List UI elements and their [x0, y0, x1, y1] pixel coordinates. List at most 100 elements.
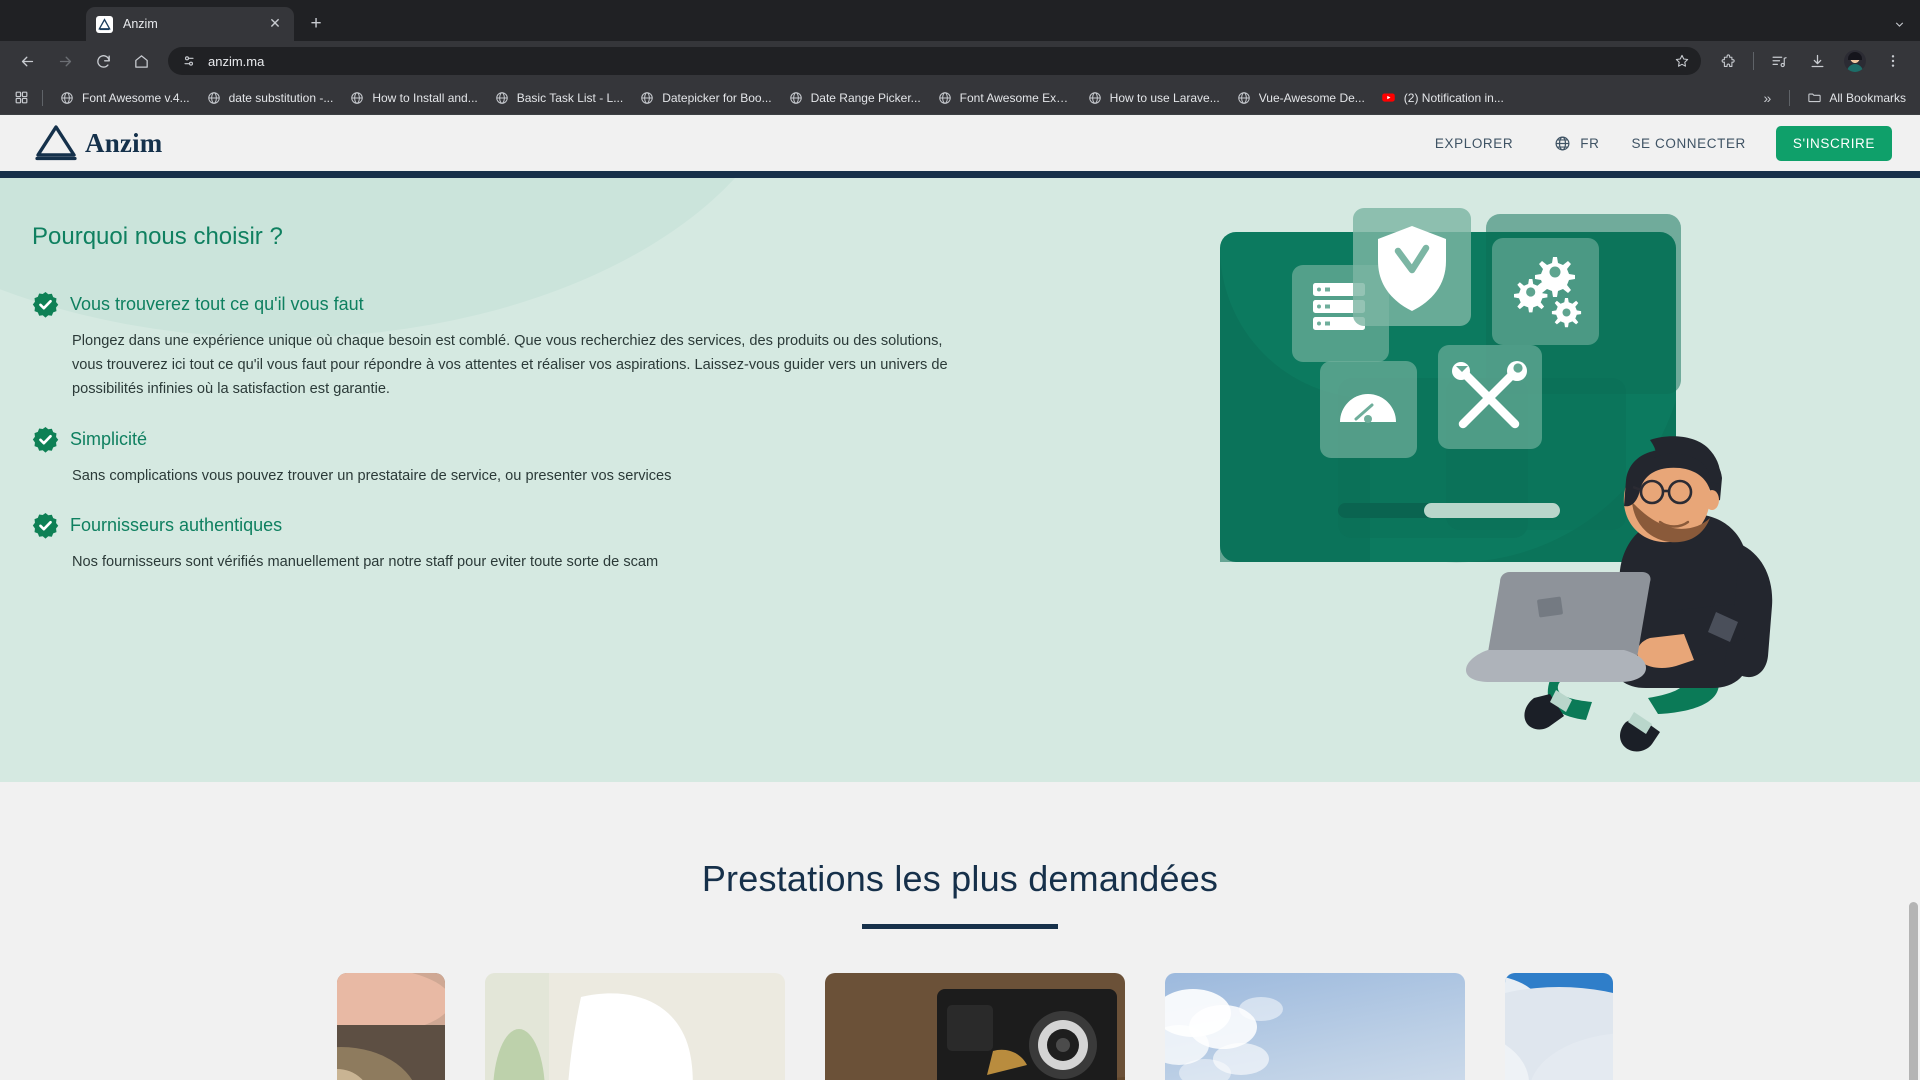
prestations-title: Prestations les plus demandées [701, 858, 1219, 899]
nav-language-label: FR [1580, 135, 1600, 151]
shield-check-icon [1353, 208, 1471, 326]
anzim-triangle-favicon [96, 15, 113, 33]
tools-icon [1438, 345, 1542, 449]
address-bar[interactable]: anzim.ma [168, 47, 1701, 75]
site-header: Anzim EXPLORER FR SE CONNECTER S'INSCRIR… [0, 115, 1920, 171]
site-nav: EXPLORER FR SE CONNECTER S'INSCRIRE [1417, 125, 1892, 161]
page-viewport: Anzim EXPLORER FR SE CONNECTER S'INSCRIR… [0, 115, 1920, 1080]
why-section-title: Pourquoi nous choisir ? [32, 223, 283, 250]
bookmark-label: (2) Notification in... [1403, 90, 1504, 105]
bookmark-item[interactable]: Basic Task List - L... [486, 85, 631, 111]
plus-icon[interactable]: + [302, 10, 330, 38]
bookmark-item[interactable]: Datepicker for Boo... [631, 85, 779, 111]
hand-on-machine-photo [337, 973, 445, 1080]
profile-avatar[interactable] [1840, 46, 1870, 76]
feature-body: Sans complications vous pouvez trouver u… [72, 467, 672, 484]
prestations-section: Prestations les plus demandées [0, 782, 1920, 1080]
toolbar-divider [1753, 52, 1754, 70]
bookmarks-divider-right [1789, 89, 1791, 106]
header-divider [0, 171, 1920, 178]
bookmarks-overflow-button[interactable]: » [1754, 90, 1782, 106]
download-icon[interactable] [1802, 46, 1832, 76]
feature-title: Simplicité [70, 428, 148, 449]
card-camera[interactable] [825, 973, 1125, 1080]
check-badge-icon [32, 291, 59, 318]
feature-item: Simplicité Sans complications vous pouve… [32, 426, 1060, 488]
all-bookmarks-button[interactable]: All Bookmarks [1798, 85, 1914, 111]
feature-item: Vous trouverez tout ce qu'il vous faut P… [32, 291, 1060, 402]
bookmark-item[interactable]: Date Range Picker... [780, 85, 929, 111]
check-badge-icon [32, 512, 59, 539]
apps-grid-icon[interactable] [8, 85, 34, 111]
home-icon[interactable] [126, 46, 156, 76]
all-bookmarks-label: All Bookmarks [1829, 90, 1906, 105]
bookmark-item[interactable]: date substitution -... [198, 85, 342, 111]
prestations-cards [0, 973, 1920, 1080]
clouds-photo [1505, 973, 1613, 1080]
scrollbar-thumb[interactable] [1909, 902, 1918, 1080]
extensions-puzzle-icon[interactable] [1713, 46, 1743, 76]
bookmark-label: Vue-Awesome De... [1258, 90, 1365, 105]
globe-favicon [1236, 90, 1252, 106]
browser-window: Anzim ✕ + anzim.ma Font Awesome v.4... d… [0, 0, 1920, 1080]
tab-strip: Anzim ✕ + [0, 0, 1920, 41]
nav-login[interactable]: SE CONNECTER [1613, 128, 1763, 159]
card-partial-right[interactable] [1505, 973, 1613, 1080]
star-icon[interactable] [1669, 48, 1695, 74]
globe-favicon [349, 90, 365, 106]
vintage-camera-photo [825, 973, 1125, 1080]
bookmark-label: Font Awesome Exa... [959, 90, 1071, 105]
feature-item: Fournisseurs authentiques Nos fournisseu… [32, 512, 1060, 574]
bookmark-label: Font Awesome v.4... [82, 90, 190, 105]
gears-icon [1492, 238, 1599, 345]
globe-favicon [937, 90, 953, 106]
bookmarks-bar: Font Awesome v.4... date substitution -.… [0, 81, 1920, 115]
massage-therapy-photo [485, 973, 785, 1080]
feature-title: Fournisseurs authentiques [70, 514, 283, 535]
back-arrow-icon[interactable] [12, 46, 42, 76]
anzim-triangle-logo [34, 123, 78, 163]
chevron-down-icon[interactable] [1886, 11, 1912, 37]
site-logo-text: Anzim [85, 127, 163, 158]
speedometer-icon [1320, 361, 1417, 458]
close-icon[interactable]: ✕ [266, 15, 284, 33]
feature-body: Nos fournisseurs sont vérifiés manuellem… [72, 553, 659, 570]
title-underline [862, 924, 1058, 929]
browser-tab[interactable]: Anzim ✕ [86, 7, 294, 41]
bookmark-item[interactable]: (2) Notification in... [1373, 85, 1512, 111]
bookmark-label: How to use Larave... [1109, 90, 1220, 105]
signup-button[interactable]: S'INSCRIRE [1775, 125, 1892, 161]
card-partial-left[interactable] [337, 973, 445, 1080]
bookmark-label: Date Range Picker... [810, 90, 921, 105]
page-settings-icon[interactable] [178, 50, 200, 72]
bookmark-label: date substitution -... [228, 90, 334, 105]
bookmark-item[interactable]: Font Awesome Exa... [929, 85, 1079, 111]
page-scrollbar[interactable] [1905, 782, 1920, 1080]
youtube-favicon [1381, 90, 1397, 106]
globe-icon [1554, 135, 1571, 152]
three-dot-menu-icon[interactable] [1878, 46, 1908, 76]
nav-language-selector[interactable]: FR [1531, 127, 1613, 160]
reading-list-icon[interactable] [1764, 46, 1794, 76]
card-sky[interactable] [1165, 973, 1465, 1080]
reload-icon[interactable] [88, 46, 118, 76]
feature-body: Plongez dans une expérience unique où ch… [72, 333, 948, 398]
url-text[interactable]: anzim.ma [208, 54, 1669, 69]
card-massage[interactable] [485, 973, 785, 1080]
nav-explorer[interactable]: EXPLORER [1417, 128, 1531, 159]
bookmark-item[interactable]: How to use Larave... [1079, 85, 1228, 111]
site-logo[interactable]: Anzim [34, 123, 163, 163]
bookmark-item[interactable]: How to Install and... [341, 85, 485, 111]
browser-toolbar: anzim.ma [0, 41, 1920, 81]
folder-icon [1806, 90, 1822, 106]
bookmark-item[interactable]: Font Awesome v.4... [51, 85, 198, 111]
services-dashboard-illustration [1220, 200, 1920, 760]
feature-title: Vous trouverez tout ce qu'il vous faut [70, 294, 364, 314]
globe-favicon [639, 90, 655, 106]
bookmark-label: Datepicker for Boo... [662, 90, 772, 105]
tab-title: Anzim [123, 17, 158, 31]
globe-favicon [59, 90, 75, 106]
globe-favicon [494, 90, 510, 106]
globe-favicon [1087, 90, 1103, 106]
bookmark-item[interactable]: Vue-Awesome De... [1228, 85, 1373, 111]
